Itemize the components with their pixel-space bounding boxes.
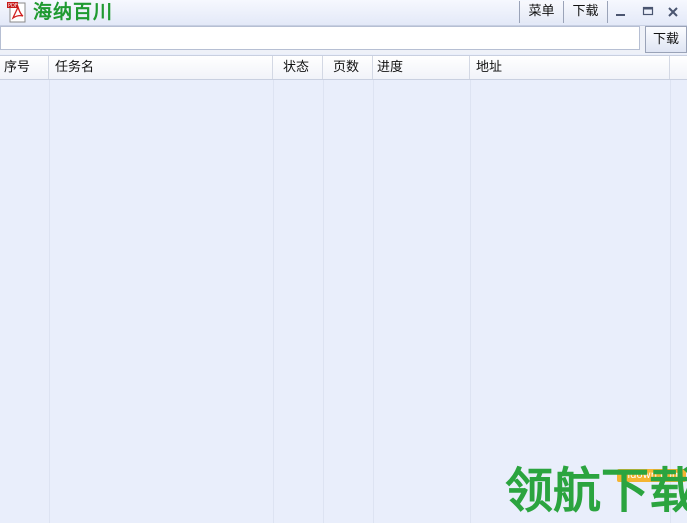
close-icon[interactable] [664,3,682,21]
pdf-app-icon: PDF [7,2,26,23]
address-toolbar: 下载 [0,26,687,54]
column-divider [273,80,274,523]
column-header-task-name[interactable]: 任务名 [49,56,273,79]
app-title: 海纳百川 [33,1,114,23]
column-divider [323,80,324,523]
column-divider [49,80,50,523]
column-header-progress[interactable]: 进度 [373,56,470,79]
download-button[interactable]: 下载 [645,26,687,53]
column-header-status[interactable]: 状态 [273,56,323,79]
column-header-pages[interactable]: 页数 [323,56,373,79]
title-bar: PDF 海纳百川 菜单 下载 [0,0,687,26]
column-divider [470,80,471,523]
column-header-index[interactable]: 序号 [0,56,49,79]
download-menu-button[interactable]: 下载 [563,1,608,23]
minimize-icon[interactable] [612,3,630,21]
column-divider [373,80,374,523]
url-input[interactable] [0,26,640,50]
task-list[interactable]: 序号 任务名 状态 页数 进度 地址 [0,55,687,523]
column-header-address[interactable]: 地址 [470,56,670,79]
svg-text:PDF: PDF [8,3,18,9]
column-divider [670,80,671,523]
maximize-icon[interactable] [639,3,657,21]
task-list-header: 序号 任务名 状态 页数 进度 地址 [0,55,687,80]
watermark-logo: 领航下载 [505,463,687,519]
menu-button[interactable]: 菜单 [519,1,563,23]
